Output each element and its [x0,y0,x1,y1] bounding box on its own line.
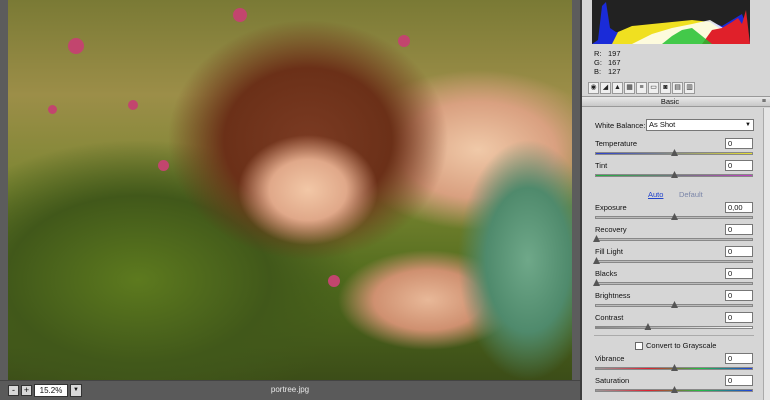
histogram [592,0,750,44]
detail-tab-icon[interactable]: ▲ [612,82,623,94]
zoom-dropdown-button[interactable]: ▼ [70,384,82,397]
snapshots-tab-icon[interactable]: ▥ [684,82,695,94]
adjustment-panel: R: 197 G: 167 B: 127 ◉ ◢ ▲ ▦ ≡ ▭ ◙ ▤ ▥ Basi… [580,0,770,400]
white-balance-select[interactable]: As Shot ▼ [646,119,754,131]
zoom-in-button[interactable]: + [21,385,32,396]
brightness-slider[interactable] [595,301,753,308]
panel-header: Basic ≡ [582,96,770,107]
contrast-slider-thumb[interactable] [644,323,652,330]
panel-menu-icon[interactable]: ≡ [762,98,766,106]
blue-value: 127 [608,67,621,76]
fill-light-slider[interactable] [593,257,753,264]
recovery-slider[interactable] [593,235,753,242]
panel-title: Basic [660,97,680,106]
hsl-tab-icon[interactable]: ▦ [624,82,635,94]
exposure-slider[interactable] [595,213,753,220]
temperature-slider-thumb[interactable] [671,149,678,156]
vibrance-value-field[interactable]: 0 [725,353,753,364]
rgb-readout: R: 197 G: 167 B: 127 [594,49,621,76]
chevron-down-icon: ▼ [745,122,751,128]
fill-light-value-field[interactable]: 0 [725,246,753,257]
saturation-slider-thumb[interactable] [671,386,678,393]
lens-corrections-tab-icon[interactable]: ▭ [648,82,659,94]
image-preview-area: - + 15.2% ▼ portree.jpg [0,0,580,400]
fill-light-slider-thumb[interactable] [593,257,600,264]
checkbox-icon [635,342,643,351]
basic-tab-icon[interactable]: ◉ [588,82,599,94]
tint-slider[interactable] [595,171,753,178]
basic-panel: White Balance: As Shot ▼ Auto Default Con… [582,108,770,400]
blacks-slider-thumb[interactable] [593,279,600,286]
white-balance-label: White Balance: [595,121,646,130]
vibrance-slider[interactable] [595,364,753,371]
brightness-value-field[interactable]: 0 [725,290,753,301]
exposure-value-field[interactable]: 0,00 [725,202,753,213]
panel-scrollbar[interactable] [763,108,770,400]
split-toning-tab-icon[interactable]: ≡ [636,82,647,94]
blacks-value-field[interactable]: 0 [725,268,753,279]
recovery-value-field[interactable]: 0 [725,224,753,235]
exposure-slider-thumb[interactable] [671,213,678,220]
recovery-label: Recovery [595,225,627,234]
temperature-slider[interactable] [595,149,753,156]
divider [594,335,754,336]
saturation-value-field[interactable]: 0 [725,375,753,386]
contrast-label: Contrast [595,313,624,322]
preview-status-bar: - + 15.2% ▼ portree.jpg [0,380,580,400]
saturation-slider[interactable] [595,386,753,393]
photo-preview[interactable] [8,0,572,380]
contrast-slider[interactable] [595,323,753,330]
presets-tab-icon[interactable]: ▤ [672,82,683,94]
tone-curve-tab-icon[interactable]: ◢ [600,82,611,94]
temperature-value-field[interactable]: 0 [725,138,753,149]
tint-label: Tint [595,161,608,170]
contrast-value-field[interactable]: 0 [725,312,753,323]
red-value: 197 [608,49,621,58]
convert-grayscale-checkbox[interactable]: Convert to Grayscale [635,341,716,351]
green-value: 167 [608,58,621,67]
tint-value-field[interactable]: 0 [725,160,753,171]
tint-slider-thumb[interactable] [671,171,678,178]
brightness-label: Brightness [595,291,631,300]
zoom-level-field[interactable]: 15.2% [34,384,68,397]
blacks-label: Blacks [595,269,618,278]
brightness-slider-thumb[interactable] [671,301,678,308]
vibrance-slider-thumb[interactable] [671,364,678,371]
default-button[interactable]: Default [679,190,703,199]
auto-button[interactable]: Auto [648,190,663,199]
temperature-label: Temperature [595,139,638,148]
file-name-label: portree.jpg [270,385,310,394]
recovery-slider-thumb[interactable] [593,235,600,242]
camera-calibration-tab-icon[interactable]: ◙ [660,82,671,94]
zoom-out-button[interactable]: - [8,385,19,396]
vibrance-label: Vibrance [595,354,625,363]
blacks-slider[interactable] [593,279,753,286]
panel-tab-bar: ◉ ◢ ▲ ▦ ≡ ▭ ◙ ▤ ▥ [586,82,768,95]
exposure-label: Exposure [595,203,627,212]
saturation-label: Saturation [595,376,630,385]
fill-light-label: Fill Light [595,247,623,256]
